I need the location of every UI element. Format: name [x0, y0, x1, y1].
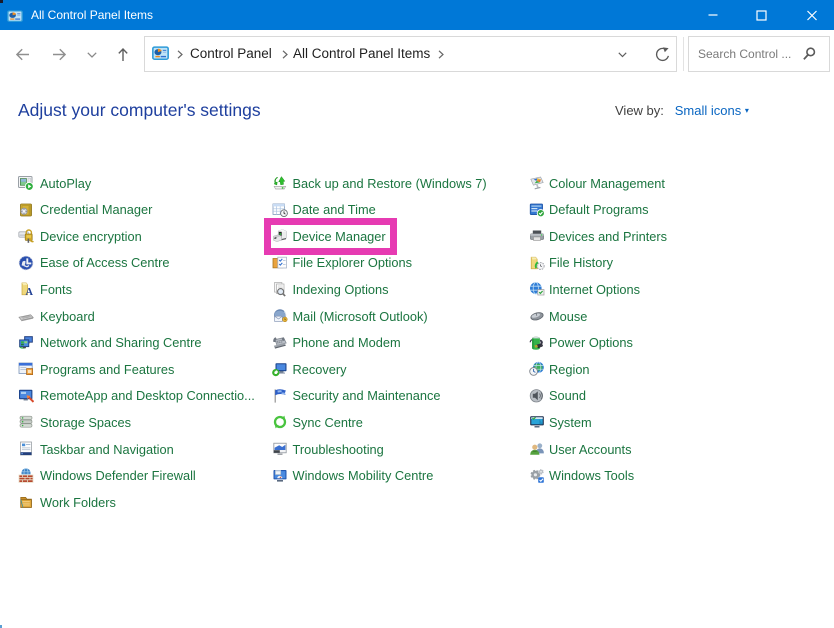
svg-text:A: A [25, 287, 33, 297]
